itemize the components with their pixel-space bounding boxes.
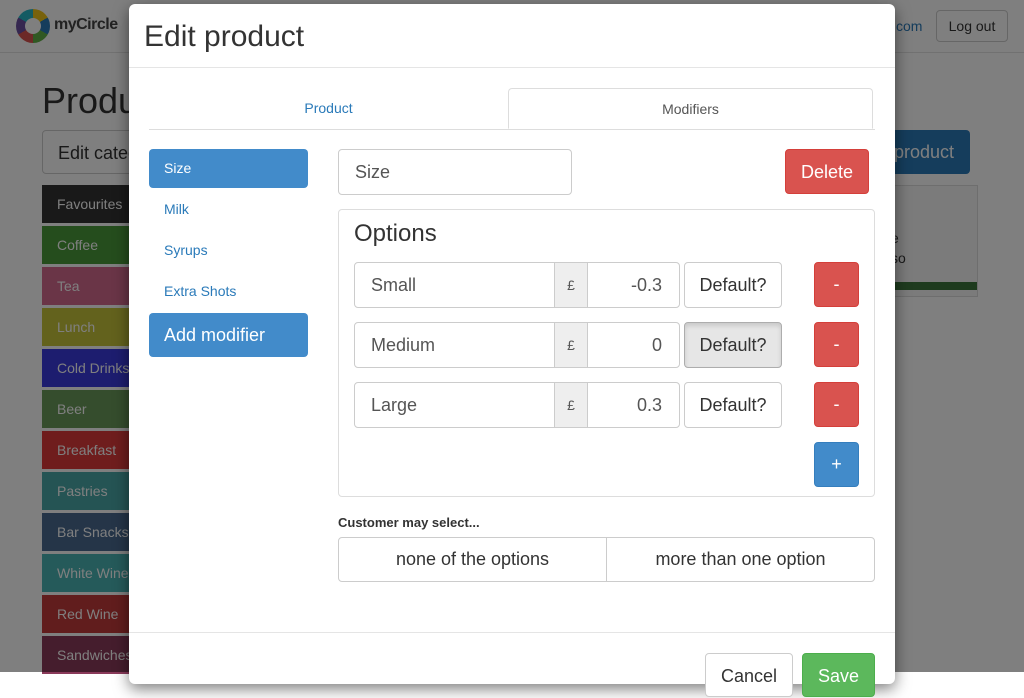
- edit-product-modal: Edit product Product Modifiers Size Milk…: [129, 4, 895, 697]
- remove-option-button[interactable]: -: [814, 262, 859, 307]
- modal-title: Edit product: [144, 20, 305, 53]
- save-button[interactable]: Save: [802, 653, 875, 697]
- default-toggle-button[interactable]: Default?: [684, 382, 782, 428]
- modifier-item-milk[interactable]: Milk: [149, 190, 308, 229]
- tab-modifiers[interactable]: Modifiers: [508, 88, 873, 129]
- options-panel: Options Small £ -0.3 Default? - Medium £…: [338, 209, 875, 497]
- cancel-button[interactable]: Cancel: [705, 653, 793, 697]
- modal-footer: Cancel Save: [129, 632, 895, 697]
- default-toggle-button[interactable]: Default?: [684, 262, 782, 308]
- tab-product[interactable]: Product: [149, 88, 508, 128]
- option-name-input[interactable]: Small: [354, 262, 555, 308]
- option-row: Large £ 0.3 Default? -: [354, 382, 860, 428]
- modal-tabs: Product Modifiers: [149, 88, 875, 130]
- option-name-input[interactable]: Large: [354, 382, 555, 428]
- add-option-button[interactable]: +: [814, 442, 859, 487]
- modifier-item-extra-shots[interactable]: Extra Shots: [149, 272, 308, 311]
- option-price-input[interactable]: 0.3: [587, 382, 680, 428]
- option-price-input[interactable]: -0.3: [587, 262, 680, 308]
- delete-modifier-button[interactable]: Delete: [785, 149, 869, 194]
- select-none-button[interactable]: none of the options: [338, 537, 607, 582]
- add-modifier-button[interactable]: Add modifier: [149, 313, 308, 357]
- select-many-button[interactable]: more than one option: [606, 537, 875, 582]
- remove-option-button[interactable]: -: [814, 322, 859, 367]
- modifier-name-input[interactable]: Size: [338, 149, 572, 195]
- modal-header: Edit product: [129, 4, 895, 68]
- option-price-input[interactable]: 0: [587, 322, 680, 368]
- default-toggle-button[interactable]: Default?: [684, 322, 782, 368]
- modifier-list: Size Milk Syrups Extra Shots Add modifie…: [149, 149, 308, 357]
- currency-addon: £: [554, 262, 588, 308]
- option-row: Small £ -0.3 Default? -: [354, 262, 860, 308]
- option-row: Medium £ 0 Default? -: [354, 322, 860, 368]
- currency-addon: £: [554, 322, 588, 368]
- modifier-item-size[interactable]: Size: [149, 149, 308, 188]
- remove-option-button[interactable]: -: [814, 382, 859, 427]
- customer-select-group: none of the options more than one option: [338, 537, 875, 582]
- options-heading: Options: [354, 220, 437, 247]
- modifier-item-syrups[interactable]: Syrups: [149, 231, 308, 270]
- currency-addon: £: [554, 382, 588, 428]
- customer-select-label: Customer may select...: [338, 515, 480, 530]
- option-name-input[interactable]: Medium: [354, 322, 555, 368]
